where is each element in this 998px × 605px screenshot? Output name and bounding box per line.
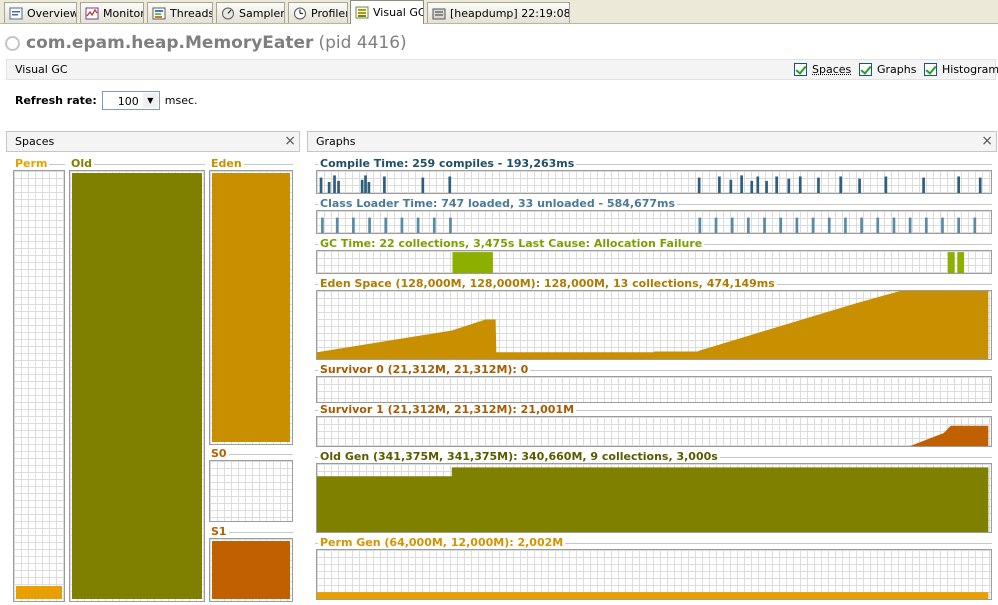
checkbox-label: Histogram [942, 63, 998, 76]
graph-eden-space: Eden Space (128,000M, 128,000M): 128,000… [315, 277, 992, 360]
space-grid [209, 460, 293, 522]
tab-label: Overview [27, 6, 77, 20]
refresh-rate-label: Refresh rate: [15, 93, 97, 107]
graph-title: Eden Space (128,000M, 128,000M): 128,000… [318, 277, 777, 290]
spaces-checkbox[interactable]: Spaces [794, 63, 851, 76]
tab-profiler[interactable]: Profiler [288, 2, 348, 23]
graph-plot [316, 170, 992, 194]
graph-gc-time-plot [452, 252, 965, 273]
graph-plot [316, 250, 992, 274]
close-icon[interactable]: × [284, 132, 296, 151]
application-pid: (pid 4416) [318, 33, 407, 53]
graph-compile-time: Compile Time: 259 compiles - 193,263ms [315, 157, 992, 194]
graphs-checkbox[interactable]: Graphs [859, 63, 916, 76]
graphs-panel-title: Graphs [316, 135, 356, 148]
status-circle-icon [5, 35, 20, 51]
space-fill [212, 541, 290, 599]
space-fill [72, 173, 202, 599]
space-title: S1 [209, 525, 229, 538]
graph-plot [316, 210, 992, 234]
graph-plot [316, 376, 992, 403]
graph-old-gen-plot [317, 467, 989, 532]
tab-visual-gc[interactable]: Visual GC [350, 0, 424, 24]
space-title: S0 [209, 447, 229, 460]
space-perm: Perm [13, 157, 65, 602]
space-eden: Eden [209, 157, 293, 445]
tab-label: [heapdump] 22:19:08 [450, 6, 570, 20]
graph-survivor-0: Survivor 0 (21,312M, 21,312M): 0 [315, 363, 992, 403]
graph-plot [316, 549, 992, 600]
tab-label: Threads [170, 6, 213, 20]
graph-compile-time-plot [319, 175, 982, 193]
visual-gc-toolbar: Visual GC Spaces Graphs Histogram [6, 59, 998, 80]
graph-perm-gen: Perm Gen (64,000M, 12,000M): 2,002M [315, 536, 992, 600]
space-grid [209, 538, 293, 602]
refresh-rate-value: 100 [117, 94, 139, 108]
graph-title: Survivor 0 (21,312M, 21,312M): 0 [318, 363, 531, 376]
space-s1: S1 [209, 525, 293, 602]
tab-label: Monitor [103, 6, 144, 20]
graph-title: Compile Time: 259 compiles - 193,263ms [318, 157, 577, 170]
space-grid [209, 170, 293, 445]
graph-title: Perm Gen (64,000M, 12,000M): 2,002M [318, 536, 566, 549]
checkbox-checked-icon[interactable] [859, 63, 872, 76]
graph-perm-gen-plot [317, 592, 989, 599]
graph-survivor-1-plot [910, 425, 989, 446]
space-title: Perm [13, 157, 50, 170]
chevron-down-icon[interactable]: ▼ [142, 92, 158, 108]
graphs-panel-header: Graphs × [307, 131, 997, 152]
graph-title: Class Loader Time: 747 loaded, 33 unload… [318, 197, 678, 210]
visual-gc-icon [355, 6, 369, 19]
graph-class-loader-time: Class Loader Time: 747 loaded, 33 unload… [315, 197, 992, 234]
threads-icon [152, 7, 166, 20]
graph-plot [316, 463, 992, 533]
monitor-icon [85, 7, 99, 20]
space-grid [13, 170, 65, 602]
tab-label: Visual GC [373, 6, 424, 19]
space-fill [16, 586, 62, 599]
checkbox-label: Graphs [877, 63, 917, 76]
application-name: com.epam.heap.MemoryEater [26, 33, 314, 53]
space-old: Old [69, 157, 205, 602]
graph-plot [316, 416, 992, 447]
tab-label: Sampler [239, 6, 285, 20]
graph-old-gen: Old Gen (341,375M, 341,375M): 340,660M, … [315, 450, 992, 533]
graph-eden-space-plot [317, 291, 989, 359]
space-title: Eden [209, 157, 244, 170]
graph-title: GC Time: 22 collections, 3,475s Last Cau… [318, 237, 705, 250]
tab-bar: Overview Monitor Threads Sampler Profile… [0, 0, 998, 24]
graph-survivor-1: Survivor 1 (21,312M, 21,312M): 21,001M [315, 403, 992, 447]
refresh-rate-unit: msec. [164, 93, 198, 107]
graph-gc-time: GC Time: 22 collections, 3,475s Last Cau… [315, 237, 992, 274]
tab-overview[interactable]: Overview [4, 2, 77, 23]
tab-label: Profiler [311, 6, 348, 20]
refresh-rate-select[interactable]: 100 ▼ [101, 90, 160, 110]
histogram-checkbox[interactable]: Histogram [924, 63, 998, 76]
tab-heapdump[interactable]: [heapdump] 22:19:08 × [427, 2, 570, 23]
refresh-rate-row: Refresh rate: 100 ▼ msec. [15, 90, 198, 110]
checkbox-checked-icon[interactable] [924, 63, 937, 76]
application-header: com.epam.heap.MemoryEater (pid 4416) [5, 31, 407, 55]
overview-icon [9, 7, 23, 20]
heapdump-icon [432, 7, 446, 20]
spaces-panel-title: Spaces [15, 135, 55, 148]
close-icon[interactable]: × [981, 132, 993, 151]
space-grid [69, 170, 205, 602]
checkbox-checked-icon[interactable] [794, 63, 807, 76]
space-fill [212, 173, 290, 442]
tab-sampler[interactable]: Sampler [216, 2, 285, 23]
space-s0: S0 [209, 447, 293, 522]
graph-class-loader-plot [321, 217, 977, 233]
tab-threads[interactable]: Threads [147, 2, 213, 23]
graph-title: Survivor 1 (21,312M, 21,312M): 21,001M [318, 403, 577, 416]
spaces-panel-header: Spaces × [6, 131, 300, 152]
profiler-icon [293, 7, 307, 20]
space-title: Old [69, 157, 94, 170]
visual-gc-title: Visual GC [15, 63, 68, 76]
tab-monitor[interactable]: Monitor [80, 2, 144, 23]
graph-title: Old Gen (341,375M, 341,375M): 340,660M, … [318, 450, 720, 463]
checkbox-label: Spaces [812, 63, 852, 76]
graph-plot [316, 290, 992, 360]
sampler-icon [221, 7, 235, 20]
